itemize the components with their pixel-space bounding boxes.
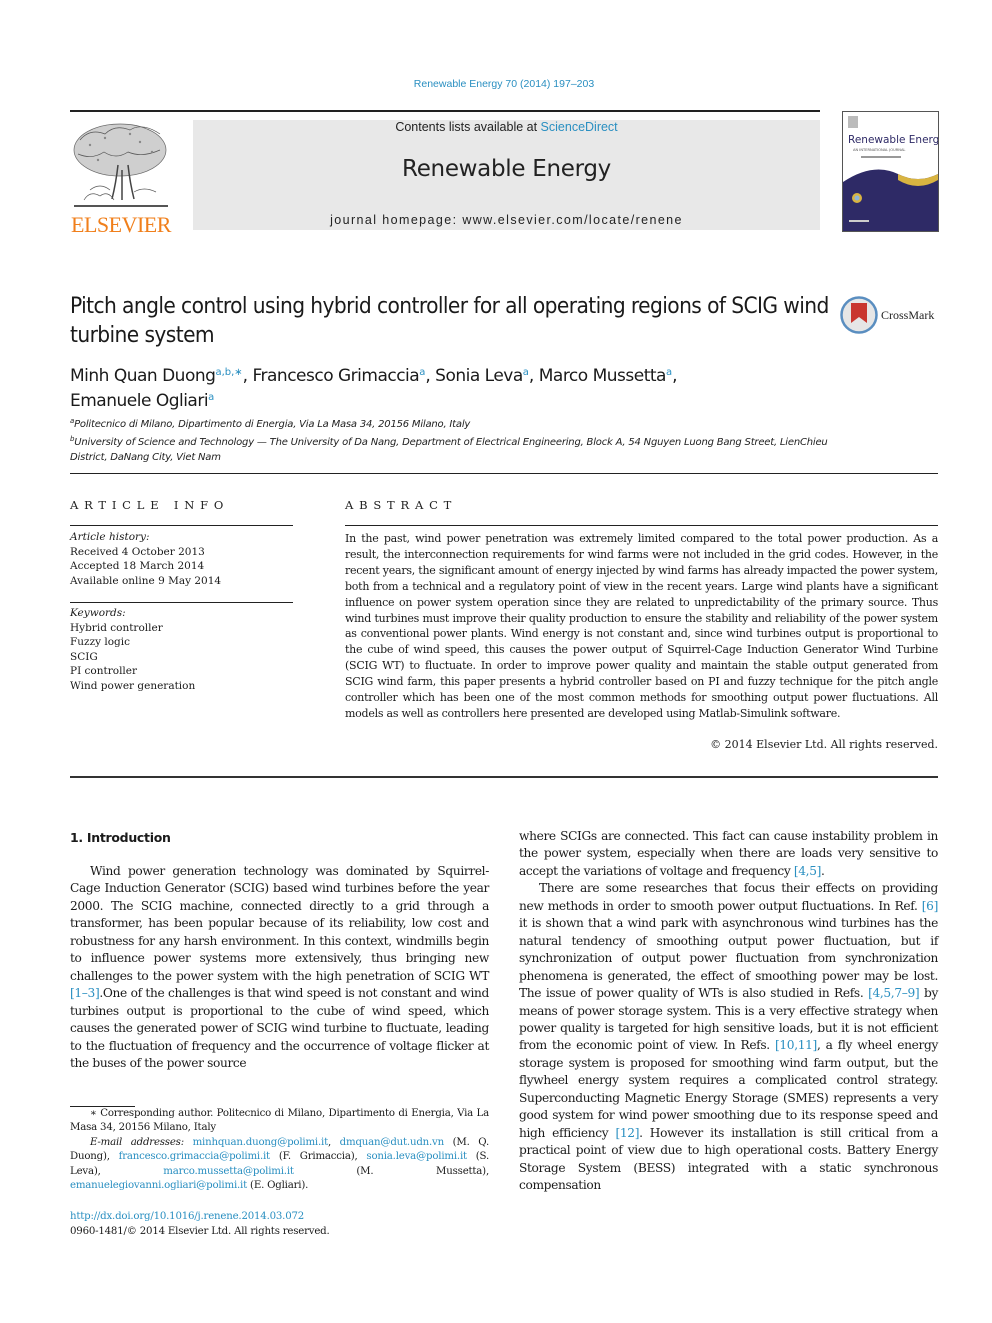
citation-link[interactable]: [6] <box>922 899 939 913</box>
paragraph: Wind power generation technology was dom… <box>70 863 489 1072</box>
paragraph: There are some researches that focus the… <box>519 880 938 1194</box>
keywords-label: Keywords: <box>70 607 126 619</box>
paragraph-text: Wind power generation technology was dom… <box>70 864 489 983</box>
body-column-left: Wind power generation technology was dom… <box>70 863 489 1072</box>
corresponding-author-note: ∗ Corresponding author. Politecnico di M… <box>70 1108 489 1134</box>
author[interactable]: Minh Quan Duonga,b,∗ <box>70 366 243 386</box>
email-label: E-mail addresses: <box>90 1136 184 1148</box>
keyword: Wind power generation <box>70 679 196 692</box>
keywords: Keywords: Hybrid controller Fuzzy logic … <box>70 606 295 693</box>
history-received: Received 4 October 2013 <box>70 545 205 558</box>
author-affiliation-mark[interactable]: a,b,∗ <box>215 367 242 378</box>
elsevier-wordmark: ELSEVIER <box>71 212 171 237</box>
paragraph: where SCIGs are connected. This fact can… <box>519 828 938 880</box>
author-list: Minh Quan Duonga,b,∗, Francesco Grimacci… <box>70 366 677 411</box>
elsevier-tree-icon <box>73 123 168 207</box>
history-accepted: Accepted 18 March 2014 <box>70 560 205 572</box>
paragraph-text: There are some researches that focus the… <box>519 881 938 913</box>
contents-prefix: Contents lists available at <box>395 120 541 134</box>
journal-citation-link[interactable]: Renewable Energy 70 (2014) 197–203 <box>0 78 992 90</box>
contents-line: Contents lists available at ScienceDirec… <box>193 120 820 134</box>
citation-link[interactable]: [4,5] <box>794 864 822 878</box>
article-info-rule <box>70 525 293 526</box>
crossmark-label: CrossMark <box>881 308 935 322</box>
history-online: Available online 9 May 2014 <box>70 574 222 587</box>
author-affiliation-mark[interactable]: a <box>208 392 214 403</box>
affiliation-b: bUniversity of Science and Technology — … <box>70 435 828 463</box>
email-owner: , <box>327 1136 340 1148</box>
journal-banner: Contents lists available at ScienceDirec… <box>193 120 820 230</box>
cover-title: Renewable Energy <box>848 134 938 146</box>
section-rule <box>70 473 938 475</box>
affiliation-a: aPolitecnico di Milano, Dipartimento di … <box>70 417 471 430</box>
article-history: Article history: Received 4 October 2013… <box>70 530 295 588</box>
paragraph-text: . <box>821 863 825 878</box>
abstract-text: In the past, wind power penetration was … <box>345 532 938 720</box>
email-link[interactable]: emanuelegiovanni.ogliari@polimi.it <box>70 1180 247 1191</box>
email-link[interactable]: francesco.grimaccia@polimi.it <box>119 1151 271 1162</box>
history-label: Article history: <box>70 531 150 543</box>
doi-link[interactable]: http://dx.doi.org/10.1016/j.renene.2014.… <box>70 1211 304 1222</box>
paragraph-text: where SCIGs are connected. This fact can… <box>519 829 938 878</box>
front-matter-rule <box>70 776 938 778</box>
citation-link[interactable]: [4,5,7–9] <box>868 986 920 1000</box>
abstract-rule <box>345 525 938 526</box>
keyword: Hybrid controller <box>70 621 163 634</box>
keyword: PI controller <box>70 665 138 677</box>
email-link[interactable]: dmquan@dut.udn.vn <box>340 1137 445 1148</box>
citation-link[interactable]: [12] <box>615 1126 639 1140</box>
email-owner: (F. Grimaccia), <box>269 1151 367 1163</box>
journal-name: Renewable Energy <box>402 156 611 182</box>
footnote: ∗ Corresponding author. Politecnico di M… <box>70 1107 489 1193</box>
article-info-heading: ARTICLE INFO <box>70 498 230 512</box>
affiliations: aPolitecnico di Milano, Dipartimento di … <box>70 414 830 465</box>
citation-link[interactable]: [1–3] <box>70 986 100 1000</box>
email-link[interactable]: sonia.leva@polimi.it <box>366 1151 467 1162</box>
paragraph-text: , a fly wheel energy storage system is p… <box>519 1038 938 1140</box>
citation-link[interactable]: [10,11] <box>775 1038 817 1052</box>
cover-subtitle: AN INTERNATIONAL JOURNAL <box>853 148 905 152</box>
keyword: SCIG <box>70 650 98 663</box>
email-addresses: E-mail addresses: minhquan.duong@polimi.… <box>70 1136 489 1194</box>
paragraph-text: .One of the challenges is that wind spee… <box>70 986 489 1070</box>
email-owner: (E. Ogliari). <box>247 1180 309 1192</box>
abstract-heading: ABSTRACT <box>345 498 458 512</box>
keywords-rule <box>70 602 293 603</box>
journal-cover-art-icon: Renewable Energy AN INTERNATIONAL JOURNA… <box>843 116 938 231</box>
abstract-copyright: © 2014 Elsevier Ltd. All rights reserved… <box>710 738 938 751</box>
author[interactable]: Francesco Grimacciaa <box>252 366 425 386</box>
crossmark-icon <box>840 296 878 334</box>
header-rule <box>70 110 820 112</box>
author[interactable]: Sonia Levaa <box>435 366 529 386</box>
issn-copyright: 0960-1481/© 2014 Elsevier Ltd. All right… <box>70 1226 330 1237</box>
author[interactable]: Emanuele Ogliaria <box>70 391 214 411</box>
author[interactable]: Marco Mussettaa <box>539 366 672 386</box>
journal-cover-thumbnail[interactable]: Renewable Energy AN INTERNATIONAL JOURNA… <box>842 111 939 232</box>
elsevier-logo[interactable]: ELSEVIER <box>70 120 172 237</box>
email-link[interactable]: marco.mussetta@polimi.it <box>163 1166 294 1177</box>
email-link[interactable]: minhquan.duong@polimi.it <box>193 1137 329 1148</box>
body-column-right: where SCIGs are connected. This fact can… <box>519 828 938 1195</box>
keyword: Fuzzy logic <box>70 636 131 648</box>
journal-homepage[interactable]: journal homepage: www.elsevier.com/locat… <box>193 213 820 227</box>
email-owner: (M. Mussetta), <box>293 1165 489 1177</box>
article-title: Pitch angle control using hybrid control… <box>70 293 829 348</box>
sciencedirect-link[interactable]: ScienceDirect <box>541 120 618 134</box>
crossmark-badge[interactable]: CrossMark <box>840 295 940 335</box>
section-heading-introduction: 1. Introduction <box>70 830 171 845</box>
